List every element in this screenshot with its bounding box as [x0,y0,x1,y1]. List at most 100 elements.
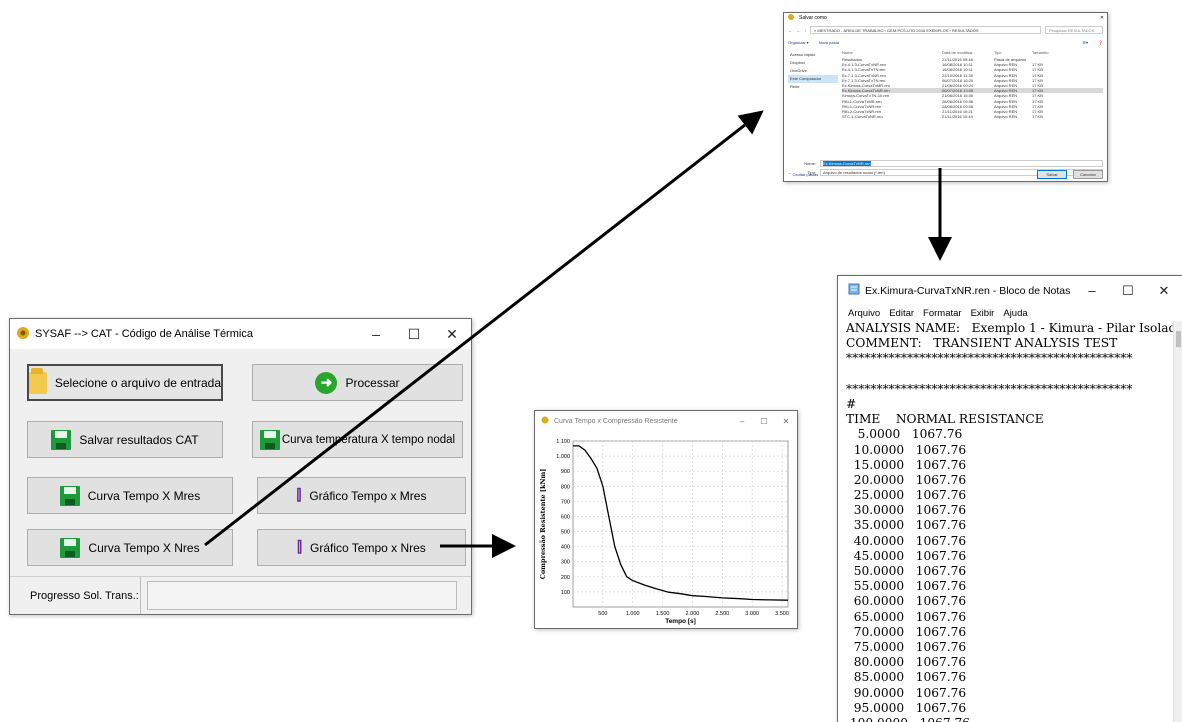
bar-chart-icon: ⫿ [296,487,302,504]
curve-nres-button[interactable]: Curva Tempo X Nres [27,529,233,566]
notepad-text-area[interactable]: ANALYSIS NAME: Exemplo 1 - Kimura - Pila… [846,321,1182,722]
select-input-label: Selecione o arquivo de entrada [54,375,221,390]
x-tick-label: 2.500 [715,611,729,617]
file-list: Nome Data de modifica... Tipo Tamanho Re… [842,49,1103,119]
maximize-icon[interactable]: ☐ [1110,283,1146,299]
up-arrow-icon[interactable]: ↑ [804,28,806,33]
menu-exibir[interactable]: Exibir [971,308,995,319]
column-header-type[interactable]: Tipo [994,49,1032,57]
text-line: 90.0000 1067.76 [846,685,967,700]
save-cat-results-button[interactable]: Salvar resultados CAT [27,421,223,458]
file-size: 17 KB [1032,114,1043,120]
text-line: 25.0000 1067.76 [846,488,967,503]
graph-nres-button[interactable]: ⫿ Gráfico Tempo x Nres [257,529,466,566]
save-dialog-titlebar: Salvar como ✕ [784,13,1107,23]
notepad-title: Ex.Kimura-CurvaTxNR.ren - Bloco de Notas [865,284,1071,297]
text-line: 70.0000 1067.76 [846,624,967,639]
close-icon[interactable]: ✕ [1146,283,1182,299]
chart-titlebar: Curva Tempo x Compressão Resistente – ☐ … [535,411,797,431]
text-line: 20.0000 1067.76 [846,472,967,487]
organize-button[interactable]: Organizar ▾ [788,40,809,45]
floppy-disk-icon [51,429,72,450]
select-input-button[interactable]: Selecione o arquivo de entrada [27,364,223,401]
new-folder-button[interactable]: Nova pasta [819,40,839,45]
cancel-button[interactable]: Cancelar [1073,169,1103,179]
text-line: 45.0000 1067.76 [846,548,967,563]
menu-formatar[interactable]: Formatar [923,308,962,319]
hide-folders-toggle[interactable]: ⌃ Ocultar pastas [788,172,1031,177]
maximize-icon[interactable]: ☐ [395,326,433,343]
menu-arquivo[interactable]: Arquivo [848,308,880,319]
window-title: SYSAF --> CAT - Código de Análise Térmic… [35,328,253,340]
filename-row: Nome: Ex.Kimura-CurvaTxNR.ren [794,159,1103,167]
floppy-disk-icon [60,537,81,558]
curve-mres-button[interactable]: Curva Tempo X Mres [27,477,233,514]
vertical-scrollbar[interactable] [1173,321,1182,722]
filename-label: Nome: [804,160,816,166]
nav-item-network[interactable]: Rede [788,83,838,91]
menu-ajuda[interactable]: Ajuda [1003,308,1027,319]
curve-temp-nodal-button[interactable]: Curva temperatura X tempo nodal [252,421,463,458]
close-icon[interactable]: ✕ [775,417,797,426]
nav-item-onedrive[interactable]: OneDrive [788,67,838,75]
process-button[interactable]: ➜ Processar [252,364,463,401]
text-line: # [846,396,857,411]
y-tick-label: 1.000 [556,454,570,460]
menu-editar[interactable]: Editar [889,308,914,319]
column-header-name[interactable]: Nome [842,49,942,57]
maximize-icon[interactable]: ☐ [753,417,775,426]
column-header-size[interactable]: Tamanho [1032,49,1062,57]
text-line: 75.0000 1067.76 [846,639,967,654]
plot-area [572,440,789,608]
text-line: ANALYSIS NAME: Exemplo 1 - Kimura - Pila… [846,321,1182,335]
text-line [846,367,1170,382]
app-icon [541,416,549,426]
minimize-icon[interactable]: – [1074,283,1110,299]
column-header-date[interactable]: Data de modifica... [942,49,994,57]
notepad-icon [848,283,860,298]
file-row[interactable]: STC-1-CurvaTxNR.ren 21/11/2016 10:44 Arqui… [842,114,1103,119]
text-line: ****************************************… [846,381,1133,396]
text-line: 80.0000 1067.76 [846,655,967,670]
forward-arrow-icon[interactable]: → [796,28,800,33]
arrow-right-icon: ➜ [315,371,338,394]
text-line: 40.0000 1067.76 [846,533,967,548]
hide-folders-label: Ocultar pastas [792,171,819,177]
nav-item-quick-access[interactable]: Acesso rápido [788,51,838,59]
text-line: 60.0000 1067.76 [846,594,967,609]
text-line: ****************************************… [846,351,1133,366]
minimize-icon[interactable]: – [357,326,395,343]
y-tick-label: 400 [561,545,570,551]
search-input[interactable]: Pesquisar RESULTADOS [1045,26,1103,34]
graph-mres-label: Gráfico Tempo x Mres [309,488,427,503]
x-tick-label: 3.000 [745,611,759,617]
back-arrow-icon[interactable]: ← [788,28,792,33]
floppy-disk-icon [259,429,280,450]
chart-window: Curva Tempo x Compressão Resistente – ☐ … [534,410,798,629]
nav-item-this-pc[interactable]: Este Computador [788,75,838,83]
close-icon[interactable]: ✕ [433,326,471,343]
help-icon[interactable]: ❓ [1098,40,1103,45]
y-tick-label: 900 [561,469,570,475]
filename-field[interactable]: Ex.Kimura-CurvaTxNR.ren [820,159,1103,167]
nav-item-dropbox[interactable]: Dropbox [788,59,838,67]
view-options-icon[interactable]: ☰▾ [1082,40,1088,45]
x-tick-label: 1.000 [626,611,640,617]
minimize-icon[interactable]: – [731,417,753,426]
file-list-header: Nome Data de modifica... Tipo Tamanho [842,49,1103,57]
save-button[interactable]: Salvar [1037,169,1067,179]
notepad-window: Ex.Kimura-CurvaTxNR.ren - Bloco de Notas… [837,275,1182,722]
graph-mres-button[interactable]: ⫿ Gráfico Tempo x Mres [257,477,466,514]
text-line: 65.0000 1067.76 [846,609,967,624]
app-icon [788,14,794,22]
address-bar[interactable]: « MESTRADO - ÁREA DE TRABALHO › GEM-PCS-… [810,26,1041,34]
notepad-titlebar: Ex.Kimura-CurvaTxNR.ren - Bloco de Notas… [838,276,1182,305]
filename-value: Ex.Kimura-CurvaTxNR.ren [823,160,871,166]
y-tick-label: 100 [561,590,570,596]
close-icon[interactable]: ✕ [1097,15,1107,21]
progress-label: Progresso Sol. Trans.: [10,577,141,614]
curve-temp-nodal-label: Curva temperatura X tempo nodal [281,433,456,446]
notepad-menubar: Arquivo Editar Formatar Exibir Ajuda [838,305,1182,321]
text-line: 15.0000 1067.76 [846,457,967,472]
sysaf-titlebar: SYSAF --> CAT - Código de Análise Térmic… [10,319,471,349]
